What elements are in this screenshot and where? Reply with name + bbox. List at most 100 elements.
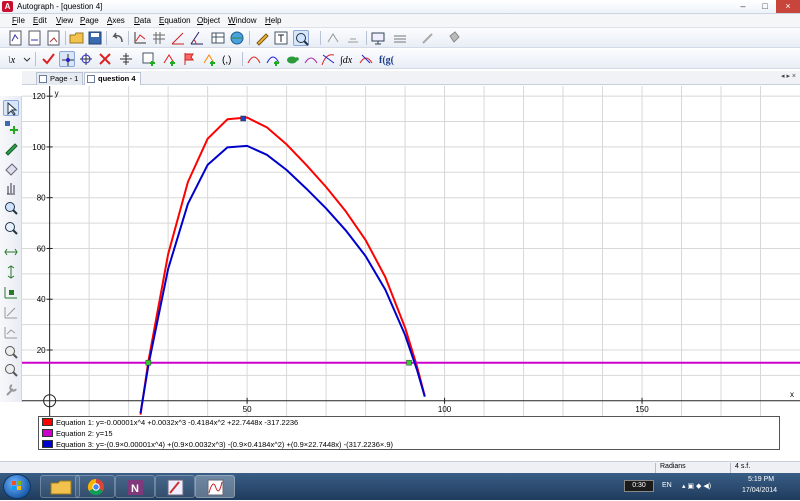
select-mode-icon[interactable]: \x (6, 51, 32, 67)
axes-cross-icon[interactable] (118, 51, 134, 67)
globe-icon[interactable] (229, 30, 245, 46)
menu-view[interactable]: View (56, 16, 73, 25)
slideshow-icon[interactable] (370, 30, 386, 46)
line-style-icon[interactable] (392, 30, 408, 46)
table-icon[interactable] (210, 30, 226, 46)
y-tick-label: 20 (37, 346, 46, 355)
start-button[interactable] (3, 474, 31, 499)
point-plus-icon[interactable] (201, 51, 217, 67)
input-language[interactable]: EN (662, 482, 672, 489)
menu-bar: File Edit View Page Axes Data Equation O… (0, 14, 800, 28)
add-plot-icon[interactable] (161, 51, 177, 67)
zoom-icon[interactable] (293, 30, 309, 46)
clock-time[interactable]: 5:19 PM (748, 476, 774, 483)
taskbar-autograph[interactable] (195, 475, 235, 498)
new-3d-page-icon[interactable] (46, 30, 62, 46)
add-point-icon[interactable] (3, 119, 19, 135)
curve-slider-icon[interactable] (358, 51, 374, 67)
recording-timer[interactable]: 0:30 (624, 480, 654, 492)
taskbar-paint[interactable] (155, 475, 195, 498)
svg-text:∫dx: ∫dx (339, 55, 353, 66)
new-2d-page-icon[interactable] (8, 30, 24, 46)
bracket-point-icon[interactable]: (,) (221, 51, 237, 67)
taskbar-explorer[interactable] (40, 475, 80, 498)
menu-window[interactable]: Window (228, 16, 256, 25)
angle-icon[interactable] (170, 30, 186, 46)
menu-data[interactable]: Data (134, 16, 151, 25)
undo-icon[interactable] (110, 30, 126, 46)
equation-3-entry[interactable]: Equation 3: y=-(0.9×0.00001x^4) +(0.9×0.… (42, 440, 393, 450)
open-folder-icon[interactable] (69, 30, 85, 46)
curve-tool-icon[interactable] (246, 51, 262, 67)
draw-tool-icon[interactable] (420, 30, 436, 46)
page-icon (39, 75, 47, 83)
delete-point-icon[interactable] (97, 51, 113, 67)
maximize-button[interactable]: □ (754, 0, 776, 13)
tray-icons[interactable]: ▴ ▣ ◆ ◀) (682, 482, 711, 490)
save-disk-icon[interactable] (87, 30, 103, 46)
menu-edit[interactable]: Edit (33, 16, 47, 25)
angle-measure-icon[interactable] (189, 30, 205, 46)
add-table-icon[interactable] (141, 51, 157, 67)
function-composition-icon[interactable]: f(g( (378, 51, 408, 67)
equation-3-label: Equation 3: y=-(0.9×0.00001x^4) +(0.9×0.… (56, 440, 394, 449)
tab-scroll-arrows[interactable]: ◂ ▸ × (781, 72, 796, 80)
point-mode-icon[interactable] (59, 51, 75, 67)
fill-icon[interactable] (446, 30, 462, 46)
grid-icon[interactable] (151, 30, 167, 46)
crosshair-icon[interactable] (78, 51, 94, 67)
equation-2-entry[interactable]: Equation 2: y=15 (42, 429, 113, 439)
checkmark-icon[interactable] (40, 51, 56, 67)
animate-icon[interactable] (345, 30, 361, 46)
tangent-icon[interactable] (320, 51, 336, 67)
scale-both-icon[interactable] (3, 284, 19, 300)
scale-y-icon[interactable] (3, 264, 19, 280)
zoom-box-icon[interactable] (3, 344, 19, 360)
equation-2-label: Equation 2: y=15 (56, 429, 113, 438)
select-arrow-icon[interactable] (3, 100, 19, 116)
zoom-out-icon[interactable] (3, 220, 19, 236)
graph-page[interactable]: 50 100 150 20 40 60 80 100 120 x y (22, 86, 800, 416)
menu-help[interactable]: Help (265, 16, 281, 25)
curve-plus-icon[interactable] (265, 51, 281, 67)
taskbar-chrome[interactable] (75, 475, 115, 498)
menu-file[interactable]: File (12, 16, 25, 25)
text-box-icon[interactable] (273, 30, 289, 46)
minimize-button[interactable]: – (732, 0, 754, 13)
zoom-in-icon[interactable] (3, 200, 19, 216)
zoom-fit-icon[interactable] (3, 362, 19, 378)
hand-pan-icon[interactable] (3, 180, 19, 196)
close-button[interactable]: × (776, 0, 800, 13)
eraser-icon[interactable] (3, 160, 19, 176)
new-1d-page-icon[interactable] (27, 30, 43, 46)
fit-axes-icon[interactable] (3, 304, 19, 320)
clock-date[interactable]: 17/04/2014 (742, 487, 777, 494)
scale-x-icon[interactable] (3, 244, 19, 260)
axes-graph-icon[interactable] (132, 30, 148, 46)
menu-page[interactable]: Page (80, 16, 99, 25)
integral-icon[interactable]: ∫dx (339, 51, 355, 67)
auto-scale-icon[interactable] (3, 324, 19, 340)
flag-icon[interactable] (181, 51, 197, 67)
y-axis-label: y (55, 89, 59, 98)
page-tab-bar: Page - 1 question 4 ◂ ▸ × (22, 71, 800, 85)
scale-icon[interactable] (325, 30, 341, 46)
equation-1-entry[interactable]: Equation 1: y=-0.00001x^4 +0.0032x^3 -0.… (42, 418, 298, 428)
x-axis-label: x (790, 390, 794, 399)
windows-taskbar: N 0:30 EN ▴ ▣ ◆ ◀) 5:19 PM 17/04/2014 (0, 473, 800, 500)
pencil-icon[interactable] (3, 140, 19, 156)
x-tick-label: 50 (243, 405, 252, 414)
menu-axes[interactable]: Axes (107, 16, 125, 25)
transform-icon[interactable] (303, 51, 319, 67)
settings-wrench-icon[interactable] (3, 382, 19, 398)
tab-page-1[interactable]: Page - 1 (36, 72, 84, 85)
turtle-icon[interactable] (284, 51, 300, 67)
angle-mode-status[interactable]: Radians (660, 463, 686, 470)
sig-fig-status[interactable]: 4 s.f. (735, 463, 750, 470)
pen-icon[interactable] (254, 30, 270, 46)
tab-question-4[interactable]: question 4 (84, 72, 141, 85)
menu-equation[interactable]: Equation (159, 16, 191, 25)
menu-object[interactable]: Object (197, 16, 220, 25)
taskbar-onenote[interactable]: N (115, 475, 155, 498)
graph-canvas[interactable]: 50 100 150 20 40 60 80 100 120 x y (22, 86, 800, 416)
